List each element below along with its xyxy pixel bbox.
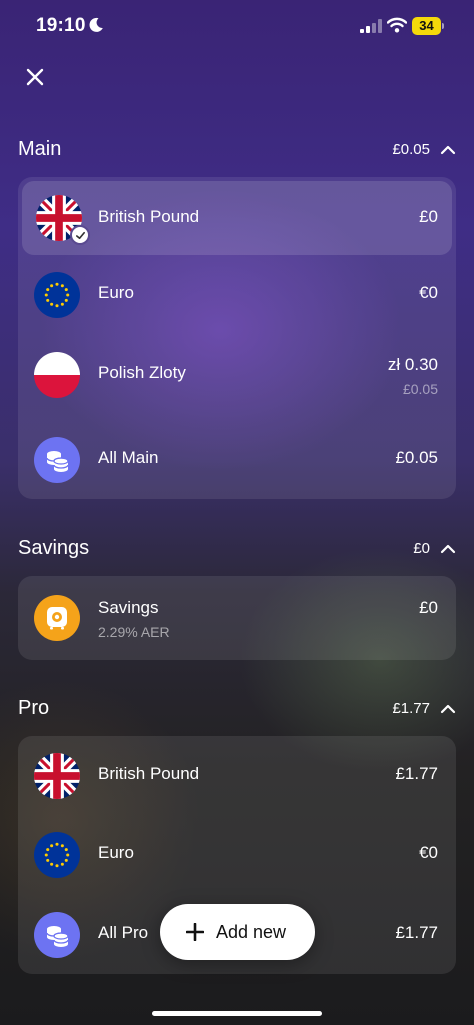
close-button[interactable] <box>18 60 52 94</box>
main-section-header[interactable]: Main £0.05 <box>18 136 456 166</box>
account-name: All Main <box>98 448 159 467</box>
status-time: 19:10 <box>36 15 86 36</box>
account-balance: €0 <box>419 283 438 302</box>
account-row-british-pound[interactable]: British Pound £1.77 <box>18 736 456 816</box>
section-title: Main <box>18 138 62 160</box>
coins-icon <box>34 912 80 958</box>
home-indicator[interactable] <box>152 1011 322 1016</box>
close-icon <box>26 68 44 86</box>
battery-tip <box>442 23 444 29</box>
section-total: £0 <box>413 540 430 557</box>
chevron-up-icon[interactable] <box>440 142 456 158</box>
account-name: Euro <box>98 843 134 862</box>
section-title: Savings <box>18 537 90 559</box>
account-balance: £0 <box>419 207 438 226</box>
account-balance-converted: £0.05 <box>402 381 438 397</box>
chevron-up-icon[interactable] <box>440 701 456 717</box>
account-balance: zł 0.30 <box>387 355 438 374</box>
account-row-british-pound[interactable]: British Pound £0 <box>22 181 452 255</box>
section-total: £1.77 <box>392 700 430 717</box>
wifi-icon <box>387 17 407 33</box>
account-row-savings[interactable]: Savings 2.29% AER £0 <box>18 578 456 658</box>
battery-indicator: 34 <box>412 17 444 35</box>
account-name: British Pound <box>98 207 200 226</box>
account-name: Euro <box>98 283 134 302</box>
eu-flag-icon <box>34 272 80 318</box>
battery-level: 34 <box>412 17 441 35</box>
account-balance: €0 <box>419 843 438 862</box>
safe-icon <box>34 595 80 641</box>
plus-icon <box>186 923 204 941</box>
pro-section-header[interactable]: Pro £1.77 <box>18 695 456 725</box>
savings-section-header[interactable]: Savings £0 <box>18 535 456 565</box>
status-bar: 19:10 34 <box>0 0 474 54</box>
signal-icon <box>360 19 382 33</box>
account-balance: £1.77 <box>395 764 438 783</box>
selected-check-icon <box>70 225 90 245</box>
interest-rate: 2.29% AER <box>98 624 170 640</box>
account-row-euro[interactable]: Euro €0 <box>18 255 456 335</box>
account-name: Savings <box>98 598 159 617</box>
account-row-all-main[interactable]: All Main £0.05 <box>18 420 456 500</box>
account-row-polish-zloty[interactable]: Polish Zloty zł 0.30 £0.05 <box>18 335 456 415</box>
section-total: £0.05 <box>392 141 430 158</box>
uk-flag-icon <box>34 753 80 799</box>
chevron-up-icon[interactable] <box>440 541 456 557</box>
coins-icon <box>34 437 80 483</box>
add-new-button[interactable]: Add new <box>160 904 315 960</box>
account-name: All Pro <box>98 923 149 942</box>
account-balance: £1.77 <box>395 923 438 942</box>
account-balance: £0 <box>419 598 438 617</box>
section-title: Pro <box>18 697 50 719</box>
add-new-label: Add new <box>216 921 287 942</box>
eu-flag-icon <box>34 832 80 878</box>
account-row-euro[interactable]: Euro €0 <box>18 815 456 895</box>
savings-accounts-card: Savings 2.29% AER £0 <box>18 576 456 660</box>
account-balance: £0.05 <box>395 448 438 467</box>
poland-flag-icon <box>34 352 80 398</box>
moon-icon <box>89 17 103 32</box>
account-name: British Pound <box>98 764 200 783</box>
main-accounts-card: British Pound £0 Euro €0 Polish Zloty zł… <box>18 177 456 499</box>
account-name: Polish Zloty <box>98 363 186 382</box>
